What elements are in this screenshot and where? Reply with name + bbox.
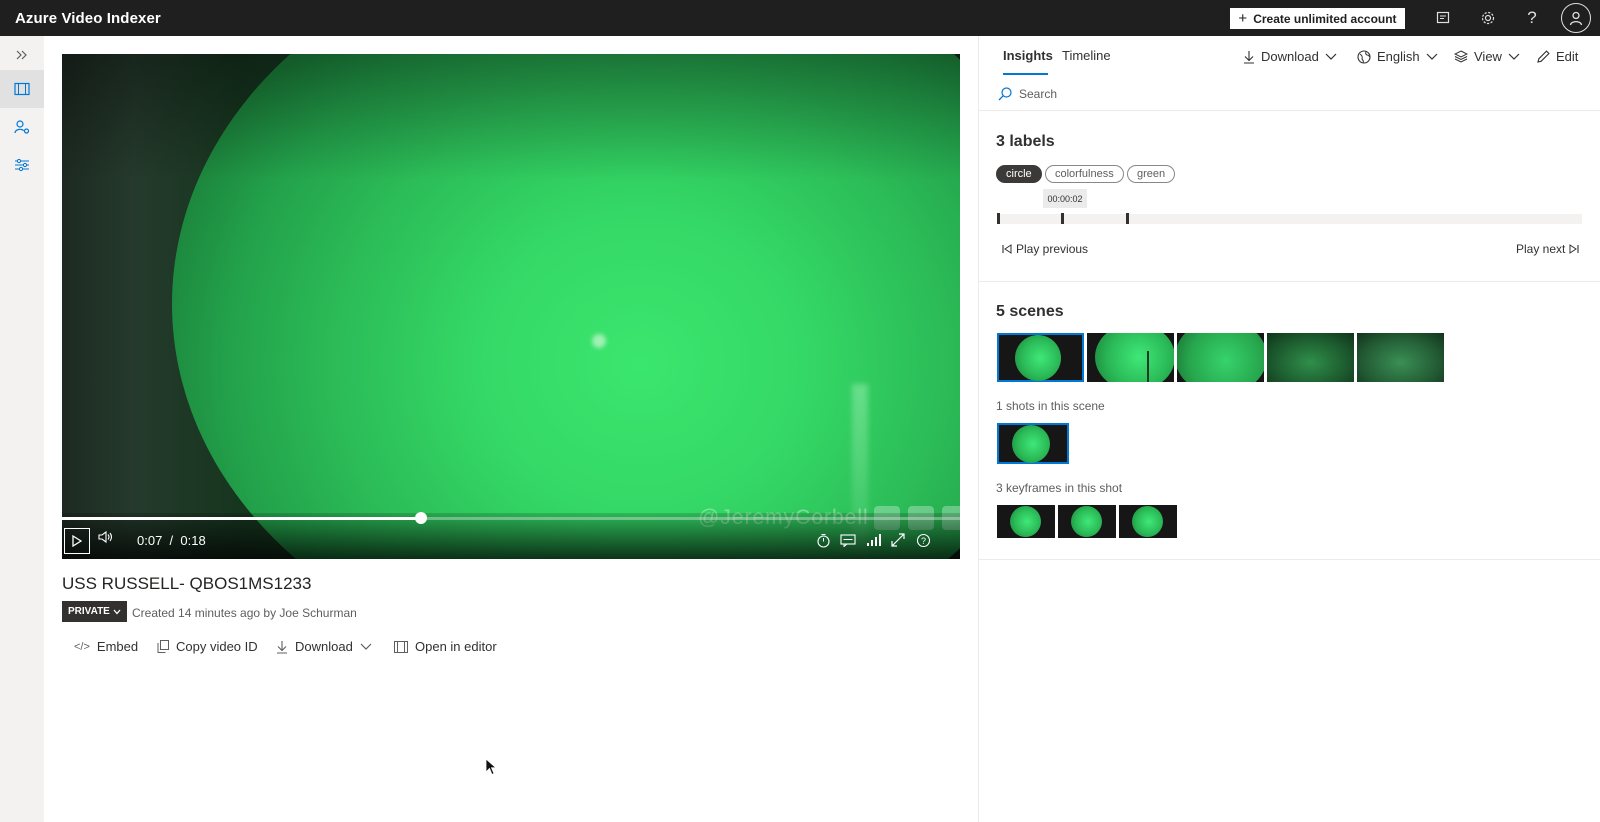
scene-thumbnail-5[interactable] [1357,333,1444,382]
download-icon [277,640,287,654]
mouse-cursor [485,758,498,781]
sliders-icon[interactable] [0,146,44,184]
play-previous-label: Play previous [1016,242,1089,256]
svg-text:?: ? [920,535,925,545]
chevron-down-icon [1426,53,1438,60]
fullscreen-icon[interactable] [889,531,907,549]
seek-bar-fill [62,517,422,520]
play-next-button[interactable]: Play next [1516,242,1579,256]
scene-thumbnail-4[interactable] [1267,333,1354,382]
shot-thumbnail-1[interactable] [997,423,1069,464]
timeline-tick-1[interactable] [997,213,1000,224]
chevron-down-icon [113,609,121,614]
open-in-editor-button[interactable]: Open in editor [394,639,497,654]
keyframe-thumbnail-2[interactable] [1058,505,1116,538]
scene-thumbnail-3[interactable] [1177,333,1264,382]
scene-thumbnail-1[interactable] [997,333,1084,382]
language-dropdown[interactable]: English [1357,49,1438,64]
video-title: USS RUSSELL- QBOS1MS1233 [62,574,312,593]
tab-timeline[interactable]: Timeline [1062,48,1111,63]
labels-heading: 3 labels [996,133,1055,150]
plus-icon: + [1238,10,1248,27]
pencil-icon [1537,50,1550,63]
embed-label: Embed [96,639,139,654]
code-icon: </> [74,640,90,653]
create-unlimited-account-button[interactable]: + Create unlimited account [1230,8,1405,29]
chevron-down-icon [1325,53,1337,60]
scene-thumbnail-2[interactable] [1087,333,1174,382]
tab-indicator [1003,73,1048,75]
copy-icon [157,640,169,653]
timeline-tick-2[interactable] [1061,213,1065,224]
time-display: 0:07 / 0:18 [137,533,206,548]
scenes-heading: 5 scenes [996,303,1064,320]
volume-icon[interactable] [98,530,114,549]
copy-video-id-button[interactable]: Copy video ID [157,639,258,654]
captions-icon[interactable] [839,531,857,549]
search-icon [998,87,1012,101]
help-icon[interactable]: ? [1520,6,1544,30]
seek-handle[interactable] [415,512,428,524]
keyframes-label: 3 keyframes in this shot [996,481,1123,495]
time-separator: / [169,533,174,548]
player-controls: 0:07 / 0:18 ? [62,512,960,559]
insights-search [998,87,1219,101]
privacy-dropdown[interactable]: PRIVATE [62,601,127,622]
left-nav [0,36,44,822]
skip-next-icon [1569,244,1579,254]
people-settings-icon[interactable] [0,108,44,146]
tab-insights[interactable]: Insights [1003,48,1053,63]
globe-icon [1357,49,1371,64]
avatar-icon[interactable] [1561,3,1591,33]
keyframe-thumbnail-3[interactable] [1119,505,1177,538]
privacy-label: PRIVATE [68,606,110,617]
insights-download-button[interactable]: Download [1243,49,1337,64]
gear-icon[interactable] [1476,6,1500,30]
speed-icon[interactable] [814,531,832,549]
copy-video-id-label: Copy video ID [176,639,258,654]
view-label: View [1474,49,1502,64]
play-next-label: Play next [1516,242,1566,256]
seek-bar[interactable] [62,512,960,524]
download-button[interactable]: Download [276,639,372,654]
object-spot [592,334,606,348]
duration: 0:18 [180,533,206,548]
app-title: Azure Video Indexer [15,10,161,27]
quality-icon[interactable] [864,531,882,549]
edit-label: Edit [1556,49,1579,64]
language-label: English [1377,49,1420,64]
created-info: Created 14 minutes ago by Joe Schurman [132,606,357,620]
video-player[interactable]: @JeremyCorbell 0:07 / 0:18 [62,54,960,559]
expand-icon[interactable] [0,36,44,74]
create-account-label: Create unlimited account [1253,11,1397,26]
download-icon [1244,50,1254,64]
insights-download-label: Download [1261,49,1319,64]
search-input[interactable] [1019,87,1219,101]
label-chip-green[interactable]: green [1127,165,1176,183]
skip-previous-icon [1002,244,1012,254]
embed-button[interactable]: </> Embed [74,639,138,654]
download-label: Download [295,639,353,654]
play-previous-button[interactable]: Play previous [1002,242,1088,256]
layers-icon [1454,50,1468,63]
film-icon[interactable] [0,70,44,108]
view-dropdown[interactable]: View [1454,49,1520,64]
player-help-icon[interactable]: ? [914,531,932,549]
play-button[interactable] [64,528,90,554]
label-chip-circle[interactable]: circle [996,165,1042,183]
timeline-tick-3[interactable] [1125,213,1129,224]
chevron-down-icon [360,643,372,650]
current-time: 0:07 [137,533,163,548]
timeline-tooltip: 00:00:02 [1043,189,1087,208]
film-icon [394,640,408,653]
top-bar: Azure Video Indexer + Create unlimited a… [0,0,1600,36]
label-chip-colorfulness[interactable]: colorfulness [1045,165,1124,183]
keyframe-thumbnail-1[interactable] [997,505,1055,538]
notes-icon[interactable] [1431,6,1455,30]
open-in-editor-label: Open in editor [415,639,497,654]
chevron-down-icon [1508,53,1520,60]
label-timeline[interactable] [997,214,1582,224]
edit-button[interactable]: Edit [1537,49,1578,64]
shots-label: 1 shots in this scene [996,399,1105,413]
